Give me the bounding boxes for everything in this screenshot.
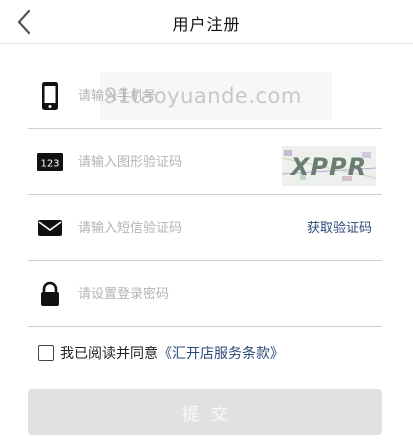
password-row xyxy=(28,261,382,327)
terms-link[interactable]: 《汇开店服务条款》 xyxy=(158,343,284,363)
captcha-image[interactable]: XPPR xyxy=(282,146,376,186)
123-icon: 123 xyxy=(36,148,64,176)
password-input[interactable] xyxy=(78,282,278,306)
sms-code-input[interactable] xyxy=(78,216,278,240)
phone-icon xyxy=(36,82,64,110)
captcha-text: XPPR xyxy=(289,153,367,181)
page-title: 用户注册 xyxy=(172,15,241,34)
agreement-prefix: 我已阅读并同意 xyxy=(60,346,158,362)
image-code-input[interactable] xyxy=(78,150,278,174)
get-code-button[interactable]: 获取验证码 xyxy=(307,217,372,236)
nav-bar: 用户注册 xyxy=(0,0,413,44)
agreement: 我已阅读并同意 《汇开店服务条款》 xyxy=(38,343,284,363)
agreement-checkbox[interactable] xyxy=(38,345,54,361)
phone-row xyxy=(28,63,382,129)
phone-input[interactable] xyxy=(78,84,278,108)
image-code-row: 123 XPPR xyxy=(28,129,382,195)
lock-icon xyxy=(36,280,64,308)
mail-icon xyxy=(36,214,64,242)
submit-button[interactable]: 提交 xyxy=(28,389,382,435)
sms-code-row: 获取验证码 xyxy=(28,195,382,261)
svg-text:123: 123 xyxy=(40,159,59,170)
